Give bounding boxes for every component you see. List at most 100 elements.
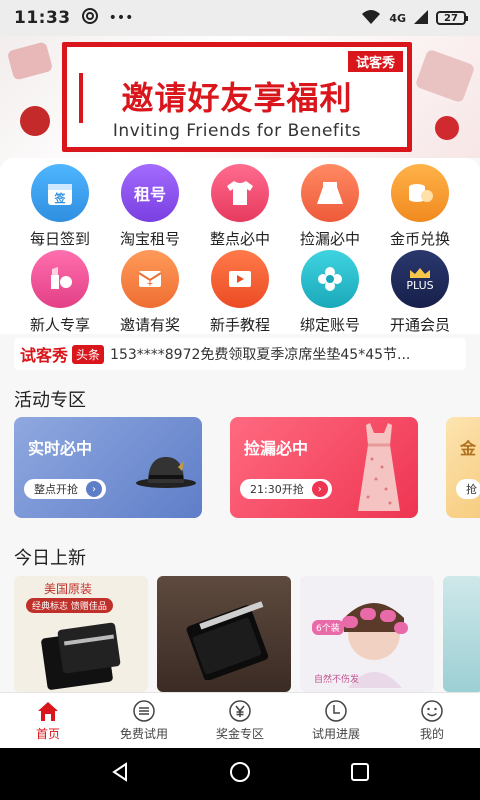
rent-icon-text: 租号 (133, 185, 166, 204)
ticker-text: 153****8972免费领取夏季凉席坐垫45*45节... (110, 347, 411, 363)
network-type: 4G (389, 11, 406, 25)
tab-label: 奖金专区 (215, 726, 264, 741)
bowler-hat-image (134, 453, 198, 493)
crown-icon: PLUS (391, 250, 449, 308)
plus-label: PLUS (406, 278, 434, 292)
recents-icon[interactable] (349, 761, 371, 787)
tab-free-trial[interactable]: 免费试用 (96, 693, 192, 748)
product-card[interactable]: 6个装 自然不伤发 (300, 576, 434, 692)
grid-item-tutorial[interactable]: 新手教程 (192, 250, 288, 335)
status-time: 11:33 (14, 8, 71, 28)
grid-label: 新人专享 (29, 316, 90, 334)
battery-icon: 27 (436, 11, 468, 25)
button-label: 抢 (466, 483, 477, 496)
banner-title: 邀请好友享福利 (121, 79, 353, 117)
wifi-icon (361, 9, 381, 28)
grid-item-membership[interactable]: PLUS 开通会员 (372, 250, 468, 335)
smile-icon (420, 699, 444, 722)
ticker-brand: 试客秀 (20, 346, 69, 365)
video-icon (211, 250, 269, 308)
calendar-icon: 签 (31, 164, 89, 222)
back-icon[interactable] (109, 761, 131, 787)
arrow-right-icon: › (311, 481, 328, 497)
coins-start-button[interactable]: 抢 (456, 479, 480, 499)
product-card[interactable] (443, 576, 480, 692)
activity-card-coins[interactable]: 金 抢 (446, 417, 480, 518)
news-ticker[interactable]: 试客秀 头条 153****8972免费领取夏季凉席坐垫45*45节... (14, 338, 466, 370)
grid-label: 绑定账号 (299, 316, 360, 334)
grid-label: 邀请有奖 (119, 316, 180, 334)
section-title-new-today: 今日上新 (14, 548, 86, 569)
grid-item-bargain-win[interactable]: 捡漏必中 (282, 164, 378, 249)
status-bar: 11:33 ••• 4G 27 (0, 0, 480, 36)
tab-label: 试用进展 (311, 726, 360, 741)
product-sub: 自然不伤发 (314, 675, 360, 685)
svg-text:签: 签 (54, 191, 67, 205)
rent-icon: 租号 (121, 164, 179, 222)
bargain-start-button[interactable]: 21:30开抢 › (240, 479, 332, 499)
lipstick-icon (31, 250, 89, 308)
list-icon (132, 699, 156, 722)
grid-label: 新手教程 (209, 316, 270, 334)
tab-bonus-zone[interactable]: 奖金专区 (192, 693, 288, 748)
product-card[interactable]: 美国原装 经典标志 馈赠佳品 (14, 576, 148, 692)
yen-icon (228, 699, 252, 722)
banner-ribbon: 试客秀 (347, 51, 403, 72)
signal-icon (414, 9, 428, 27)
skirt-icon (301, 164, 359, 222)
product-label: 美国原装 (44, 582, 93, 596)
home-circle-icon[interactable] (228, 760, 252, 788)
home-icon (36, 700, 60, 722)
tab-trial-progress[interactable]: 试用进展 (288, 693, 384, 748)
arrow-right-icon: › (86, 481, 102, 497)
app-notification-icon (81, 7, 99, 30)
more-notifications-icon: ••• (108, 10, 134, 26)
flower-icon (301, 250, 359, 308)
system-nav-bar (0, 748, 480, 800)
clock-icon (324, 699, 348, 722)
activity-card-title: 金 (460, 439, 477, 458)
banner-card: 试客秀 邀请好友享福利 Inviting Friends for Benefit… (62, 42, 412, 152)
grid-label: 捡漏必中 (299, 230, 360, 248)
activity-card-title: 捡漏必中 (244, 439, 309, 458)
button-label: 21:30开抢 (250, 483, 304, 496)
app-screen: 11:33 ••• 4G 27 试客秀 邀请好友享福利 Inviting Fri… (0, 0, 480, 800)
grid-item-hourly-win[interactable]: 整点必中 (192, 164, 288, 249)
banner-subtitle: Inviting Friends for Benefits (112, 121, 362, 141)
activity-card-realtime[interactable]: 实时必中 整点开抢 › (14, 417, 202, 518)
ticker-tag: 头条 (72, 344, 105, 364)
lighter-image (34, 620, 134, 692)
svg-text:+: + (147, 279, 154, 288)
grid-item-taobao-rent[interactable]: 租号 淘宝租号 (102, 164, 198, 249)
promo-banner[interactable]: 试客秀 邀请好友享福利 Inviting Friends for Benefit… (0, 36, 480, 158)
button-label: 整点开抢 (34, 483, 78, 496)
lighter-image (173, 596, 277, 684)
tshirt-icon (211, 164, 269, 222)
product-sub: 经典标志 馈赠佳品 (26, 598, 113, 613)
grid-label: 每日签到 (29, 230, 90, 248)
envelope-icon: + (121, 250, 179, 308)
product-label: 6个装 (312, 620, 344, 635)
grid-item-newcomer[interactable]: 新人专享 (12, 250, 108, 335)
activity-card-bargain[interactable]: 捡漏必中 21:30开抢 › (230, 417, 418, 518)
tab-label: 首页 (35, 726, 60, 741)
tab-label: 我的 (419, 726, 444, 741)
grid-item-daily-checkin[interactable]: 签 每日签到 (12, 164, 108, 249)
grid-label: 淘宝租号 (119, 230, 180, 248)
grid-label: 开通会员 (389, 316, 450, 334)
realtime-start-button[interactable]: 整点开抢 › (24, 479, 106, 499)
grid-label: 整点必中 (209, 230, 270, 248)
grid-item-coin-exchange[interactable]: 金币兑换 (372, 164, 468, 249)
activity-card-title: 实时必中 (28, 439, 93, 458)
tab-home[interactable]: 首页 (0, 693, 96, 748)
grid-item-invite-reward[interactable]: + 邀请有奖 (102, 250, 198, 335)
coins-icon (391, 164, 449, 222)
section-title-activity: 活动专区 (14, 390, 86, 411)
tab-mine[interactable]: 我的 (384, 693, 480, 748)
dress-image (352, 419, 406, 518)
tab-label: 免费试用 (119, 726, 168, 741)
product-card[interactable] (157, 576, 291, 692)
feature-grid: 签 每日签到 租号 淘宝租号 整点必中 捡漏必中 金币兑换 新人专享 + 邀请有… (0, 158, 480, 334)
grid-item-bind-account[interactable]: 绑定账号 (282, 250, 378, 335)
grid-label: 金币兑换 (389, 230, 450, 248)
